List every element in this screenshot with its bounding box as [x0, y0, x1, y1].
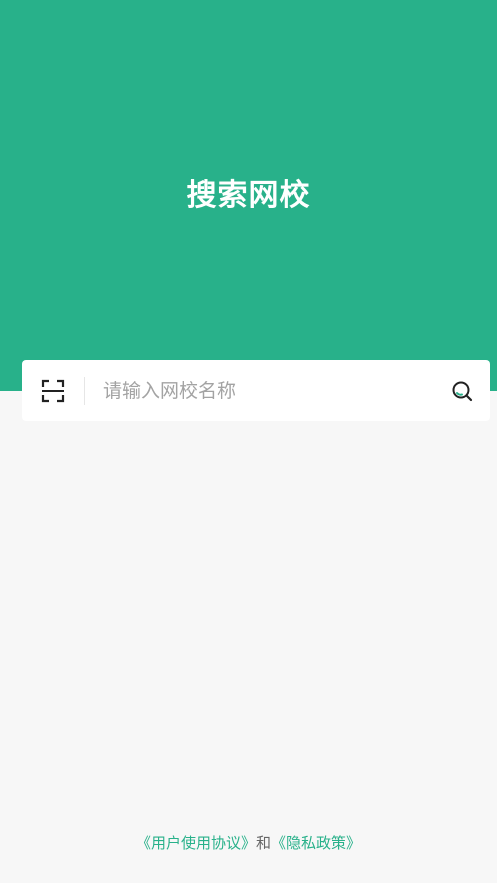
page-title: 搜索网校: [186, 178, 311, 213]
header-banner: 搜索网校: [0, 0, 497, 391]
search-bar: [22, 360, 490, 421]
search-button[interactable]: [434, 360, 490, 421]
search-icon: [452, 381, 473, 401]
agreement-joiner: 和: [255, 834, 271, 852]
scan-button[interactable]: [22, 360, 84, 421]
app-screen: 搜索网校 《用户使用协议》和《隐私政策》: [0, 0, 497, 883]
privacy-policy-link[interactable]: 《隐私政策》: [271, 834, 361, 852]
scan-icon: [41, 379, 65, 402]
school-search-input[interactable]: [85, 360, 434, 421]
user-agreement-link[interactable]: 《用户使用协议》: [136, 834, 256, 852]
agreement-footer: 《用户使用协议》和《隐私政策》: [0, 832, 497, 853]
